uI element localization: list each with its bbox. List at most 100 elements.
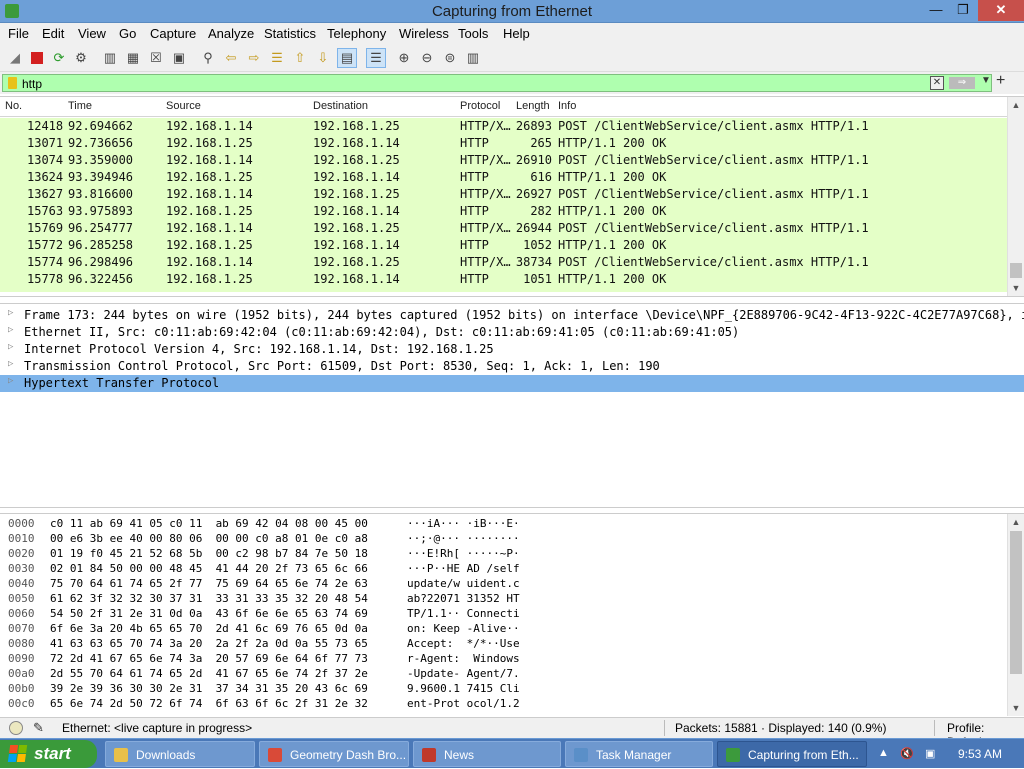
- menu-tools[interactable]: Tools: [458, 26, 488, 41]
- packet-cell-protocol: HTTP: [460, 238, 489, 252]
- menu-statistics[interactable]: Statistics: [264, 26, 316, 41]
- expand-arrow-icon[interactable]: ▷: [8, 342, 13, 352]
- autoscroll-icon[interactable]: ▤: [337, 48, 357, 68]
- menu-view[interactable]: View: [78, 26, 106, 41]
- maximize-button[interactable]: ❐: [950, 0, 976, 21]
- expand-arrow-icon[interactable]: ▷: [8, 308, 13, 318]
- open-file-icon[interactable]: ▥: [100, 48, 120, 68]
- packet-row[interactable]: 13074 93.359000 192.168.1.14 192.168.1.25 HT…: [0, 152, 1007, 169]
- taskbar-item[interactable]: Capturing from Eth...: [717, 741, 867, 767]
- last-packet-icon[interactable]: ⇩: [313, 48, 333, 68]
- expand-arrow-icon[interactable]: ▷: [8, 325, 13, 335]
- packet-row[interactable]: 15772 96.285258 192.168.1.25 192.168.1.14 HT…: [0, 237, 1007, 254]
- column-header-info[interactable]: Info: [558, 100, 576, 112]
- column-header-destination[interactable]: Destination: [313, 100, 368, 112]
- close-button[interactable]: ✕: [978, 0, 1024, 21]
- minimize-button[interactable]: —: [922, 0, 950, 21]
- clock[interactable]: 9:53 AM: [958, 747, 1002, 761]
- taskbar-item-label: Capturing from Eth...: [748, 748, 859, 762]
- column-header-time[interactable]: Time: [68, 100, 92, 112]
- taskbar-item[interactable]: Geometry Dash Bro...: [259, 741, 409, 767]
- scroll-down-icon[interactable]: ▼: [1008, 280, 1024, 296]
- hex-offset: 0030: [8, 562, 35, 575]
- show-hidden-icons-icon[interactable]: ▲: [878, 747, 889, 759]
- go-forward-icon[interactable]: ⇨: [244, 48, 264, 68]
- volume-muted-icon[interactable]: 🔇: [900, 747, 914, 760]
- go-to-packet-icon[interactable]: ☰: [267, 48, 287, 68]
- detail-row[interactable]: ▷ Hypertext Transfer Protocol: [0, 375, 1024, 392]
- reload-file-icon[interactable]: ▣: [169, 48, 189, 68]
- packet-row[interactable]: 15774 96.298496 192.168.1.14 192.168.1.25 HT…: [0, 254, 1007, 271]
- menu-telephony[interactable]: Telephony: [327, 26, 386, 41]
- menu-go[interactable]: Go: [119, 26, 136, 41]
- bookmark-icon[interactable]: [8, 77, 17, 89]
- apply-filter-icon[interactable]: ⇒: [949, 77, 975, 89]
- packet-row[interactable]: 12418 92.694662 192.168.1.14 192.168.1.25 HT…: [0, 118, 1007, 135]
- add-filter-button-icon[interactable]: +: [996, 73, 1005, 89]
- find-packet-icon[interactable]: ⚲: [198, 48, 218, 68]
- scrollbar-thumb[interactable]: [1010, 263, 1022, 278]
- start-capture-icon[interactable]: ◢: [5, 48, 25, 68]
- menu-edit[interactable]: Edit: [42, 26, 64, 41]
- display-filter-input[interactable]: [22, 76, 902, 91]
- stop-capture-icon[interactable]: [27, 48, 47, 68]
- detail-row[interactable]: ▷ Internet Protocol Version 4, Src: 192.1…: [0, 341, 1024, 358]
- menu-capture[interactable]: Capture: [150, 26, 196, 41]
- ascii-bytes: update/w uident.c: [407, 577, 520, 590]
- start-button[interactable]: start: [0, 740, 97, 768]
- packet-row[interactable]: 15769 96.254777 192.168.1.14 192.168.1.25 HT…: [0, 220, 1007, 237]
- detail-row[interactable]: ▷ Transmission Control Protocol, Src Port…: [0, 358, 1024, 375]
- zoom-in-icon[interactable]: ⊕: [394, 48, 414, 68]
- column-header-length[interactable]: Length: [516, 100, 550, 112]
- detail-row[interactable]: ▷ Ethernet II, Src: c0:11:ab:69:42:04 (c0…: [0, 324, 1024, 341]
- menu-file[interactable]: File: [8, 26, 29, 41]
- network-icon[interactable]: ▣: [925, 747, 935, 760]
- clear-filter-icon[interactable]: ✕: [930, 76, 944, 90]
- packet-row[interactable]: 13624 93.394946 192.168.1.25 192.168.1.14 HT…: [0, 169, 1007, 186]
- packet-cell-length: 616: [530, 170, 552, 184]
- scroll-down-icon[interactable]: ▼: [1008, 700, 1024, 716]
- ascii-bytes: ··;·@··· ········: [407, 532, 520, 545]
- menu-analyze[interactable]: Analyze: [208, 26, 254, 41]
- close-file-icon[interactable]: ☒: [146, 48, 166, 68]
- capture-comment-icon[interactable]: ✎: [33, 720, 44, 736]
- taskbar-item[interactable]: News: [413, 741, 561, 767]
- scroll-up-icon[interactable]: ▲: [1008, 97, 1024, 113]
- scrollbar-thumb[interactable]: [1010, 531, 1022, 674]
- menu-help[interactable]: Help: [503, 26, 530, 41]
- taskbar-item[interactable]: Task Manager: [565, 741, 713, 767]
- save-file-icon[interactable]: ▦: [123, 48, 143, 68]
- menu-wireless[interactable]: Wireless: [399, 26, 449, 41]
- colorize-icon[interactable]: ☰: [366, 48, 386, 68]
- normal-size-icon[interactable]: ⊜: [440, 48, 460, 68]
- system-tray: ▲ 🔇 ▣ 9:53 AM: [870, 739, 1024, 769]
- packet-list: No. Time Source Destination Protocol Len…: [0, 96, 1024, 297]
- packet-row[interactable]: 15763 93.975893 192.168.1.25 192.168.1.14 HT…: [0, 203, 1007, 220]
- chevron-down-icon[interactable]: ▼: [981, 75, 991, 86]
- detail-row[interactable]: ▷ Frame 173: 244 bytes on wire (1952 bits…: [0, 307, 1024, 324]
- expand-arrow-icon[interactable]: ▷: [8, 376, 13, 386]
- resize-columns-icon[interactable]: ▥: [463, 48, 483, 68]
- column-header-no[interactable]: No.: [5, 100, 22, 112]
- packet-row[interactable]: 13627 93.816600 192.168.1.14 192.168.1.25 HT…: [0, 186, 1007, 203]
- capture-options-icon[interactable]: ⚙: [71, 48, 91, 68]
- scroll-up-icon[interactable]: ▲: [1008, 514, 1024, 530]
- packet-cell-no: 15769: [27, 221, 64, 235]
- packet-row[interactable]: 15778 96.322456 192.168.1.25 192.168.1.14 HT…: [0, 271, 1007, 288]
- packet-cell-length: 26927: [515, 187, 552, 201]
- column-header-source[interactable]: Source: [166, 100, 201, 112]
- taskbar-item[interactable]: Downloads: [105, 741, 255, 767]
- go-back-icon[interactable]: ⇦: [221, 48, 241, 68]
- detail-label: Frame 173: 244 bytes on wire (1952 bits)…: [24, 308, 1024, 322]
- expert-info-icon[interactable]: [9, 721, 23, 735]
- zoom-out-icon[interactable]: ⊖: [417, 48, 437, 68]
- bytes-scrollbar[interactable]: ▲ ▼: [1007, 514, 1024, 716]
- packet-row[interactable]: 13071 92.736656 192.168.1.25 192.168.1.14 HT…: [0, 135, 1007, 152]
- packet-cell-no: 13074: [27, 153, 64, 167]
- column-header-protocol[interactable]: Protocol: [460, 100, 500, 112]
- packet-cell-length: 265: [530, 136, 552, 150]
- restart-capture-icon[interactable]: ⟳: [49, 48, 69, 68]
- packet-list-scrollbar[interactable]: ▲ ▼: [1007, 97, 1024, 296]
- expand-arrow-icon[interactable]: ▷: [8, 359, 13, 369]
- first-packet-icon[interactable]: ⇧: [290, 48, 310, 68]
